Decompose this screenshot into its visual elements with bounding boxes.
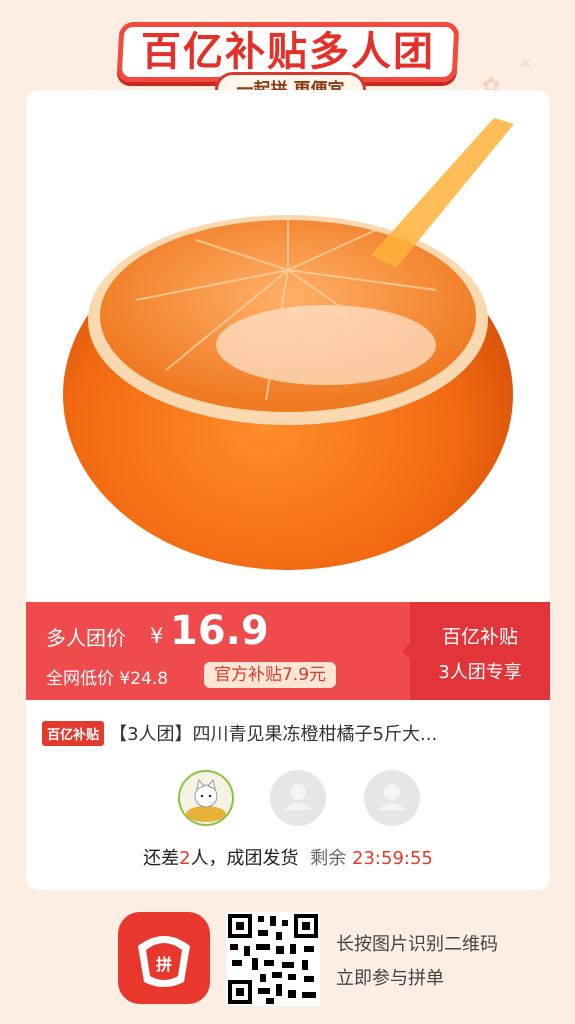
avatar-placeholder [364, 770, 420, 826]
qr-code[interactable] [226, 912, 320, 1006]
group-price-label: 多人团价 [46, 626, 126, 650]
countdown-timer: 23:59:55 [352, 848, 433, 869]
status-prefix: 还差 [143, 848, 180, 869]
qr-hint-line1: 长按图片识别二维码 [336, 934, 498, 955]
low-price-label: 全网低价 ¥24.8 [46, 669, 169, 689]
currency-symbol: ¥ [150, 624, 164, 648]
svg-text:拼: 拼 [156, 955, 172, 974]
cat-avatar-icon [186, 778, 226, 822]
avatar-placeholder [270, 770, 326, 826]
product-card[interactable]: 多人团价 ¥ 16.9 全网低价 ¥24.8 官方补贴7.9元 百亿补贴 3人团… [26, 90, 550, 890]
avatar [178, 770, 234, 826]
qr-hint-line2: 立即参与拼单 [336, 968, 444, 989]
product-title-row[interactable]: 百亿补贴 【3人团】四川青见果冻橙柑橘子5斤大... [42, 720, 542, 750]
subsidy-badge: 官方补贴7.9元 [204, 662, 337, 688]
user-icon [284, 784, 312, 810]
subsidy-tag: 百亿补贴 [42, 720, 105, 746]
price-bar: 多人团价 ¥ 16.9 全网低价 ¥24.8 官方补贴7.9元 百亿补贴 3人团… [26, 602, 550, 700]
group-price: 16.9 [170, 608, 269, 654]
group-status: 还差2人，成团发货 剩余 23:59:55 [26, 844, 550, 870]
subsidy-panel-line1: 百亿补贴 [441, 626, 518, 648]
product-title: 【3人团】四川青见果冻橙柑橘子5斤大... [109, 724, 438, 745]
subsidy-panel-line2: 3人团专享 [438, 662, 522, 683]
status-suffix: 人，成团发货 [190, 848, 299, 869]
remaining-count: 2 [179, 848, 191, 869]
user-icon [378, 784, 406, 810]
pinduoduo-app-icon: 拼 [118, 912, 210, 1004]
orange-fruit-image [26, 90, 550, 602]
footer: 拼 长按图片识别二维码 立即参与拼单 [0, 900, 575, 1024]
page-title: 百亿补贴多人团 [141, 29, 435, 75]
subsidy-panel: 百亿补贴 3人团专享 [402, 602, 550, 700]
remaining-label: 剩余 [310, 848, 347, 869]
group-members [178, 770, 420, 828]
